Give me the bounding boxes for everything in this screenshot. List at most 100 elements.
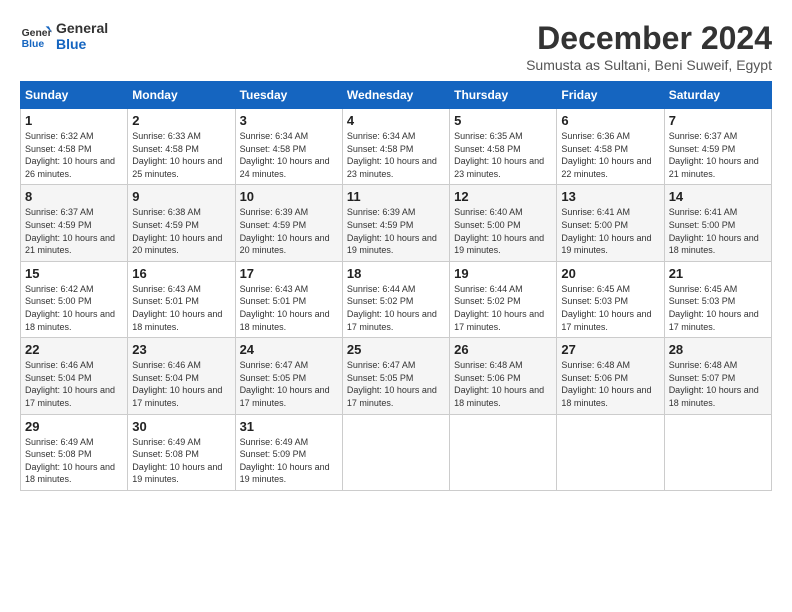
calendar-week-row: 29Sunrise: 6:49 AM Sunset: 5:08 PM Dayli…: [21, 414, 772, 490]
table-row: 14 Sunrise: 6:41 AM Sunset: 5:00 PM Dayli…: [664, 185, 771, 261]
location-title: Sumusta as Sultani, Beni Suweif, Egypt: [526, 57, 772, 73]
day-number: 19: [454, 266, 552, 281]
day-number: 21: [669, 266, 767, 281]
day-info: Sunrise: 6:40 AM Sunset: 5:00 PM Dayligh…: [454, 206, 552, 256]
day-number: 31: [240, 419, 338, 434]
day-info: Sunrise: 6:48 AM Sunset: 5:07 PM Dayligh…: [669, 359, 767, 409]
day-number: 15: [25, 266, 123, 281]
col-friday: Friday: [557, 82, 664, 109]
day-number: 4: [347, 113, 445, 128]
day-info: Sunrise: 6:46 AM Sunset: 5:04 PM Dayligh…: [132, 359, 230, 409]
table-row: 6Sunrise: 6:36 AM Sunset: 4:58 PM Daylig…: [557, 109, 664, 185]
day-info: Sunrise: 6:33 AM Sunset: 4:58 PM Dayligh…: [132, 130, 230, 180]
day-info: Sunrise: 6:44 AM Sunset: 5:02 PM Dayligh…: [454, 283, 552, 333]
day-info: Sunrise: 6:47 AM Sunset: 5:05 PM Dayligh…: [347, 359, 445, 409]
table-row: 1 Sunrise: 6:32 AM Sunset: 4:58 PM Daylig…: [21, 109, 128, 185]
table-row: 19 Sunrise: 6:44 AM Sunset: 5:02 PM Dayli…: [450, 261, 557, 337]
month-title: December 2024: [526, 20, 772, 57]
day-info: Sunrise: 6:34 AM Sunset: 4:58 PM Dayligh…: [347, 130, 445, 180]
day-info: Sunrise: 6:41 AM Sunset: 5:00 PM Dayligh…: [669, 206, 767, 256]
day-number: 9: [132, 189, 230, 204]
day-number: 1: [25, 113, 123, 128]
col-monday: Monday: [128, 82, 235, 109]
calendar-week-row: 22 Sunrise: 6:46 AM Sunset: 5:04 PM Dayli…: [21, 338, 772, 414]
table-row: 26 Sunrise: 6:48 AM Sunset: 5:06 PM Dayli…: [450, 338, 557, 414]
table-row: 15Sunrise: 6:42 AM Sunset: 5:00 PM Dayli…: [21, 261, 128, 337]
day-info: Sunrise: 6:37 AM Sunset: 4:59 PM Dayligh…: [669, 130, 767, 180]
day-info: Sunrise: 6:41 AM Sunset: 5:00 PM Dayligh…: [561, 206, 659, 256]
day-info: Sunrise: 6:39 AM Sunset: 4:59 PM Dayligh…: [240, 206, 338, 256]
table-row: 30Sunrise: 6:49 AM Sunset: 5:08 PM Dayli…: [128, 414, 235, 490]
day-number: 26: [454, 342, 552, 357]
day-info: Sunrise: 6:49 AM Sunset: 5:09 PM Dayligh…: [240, 436, 338, 486]
page-header: General Blue General Blue December 2024 …: [20, 20, 772, 73]
table-row: 24Sunrise: 6:47 AM Sunset: 5:05 PM Dayli…: [235, 338, 342, 414]
table-row: 23 Sunrise: 6:46 AM Sunset: 5:04 PM Dayli…: [128, 338, 235, 414]
table-row: 27 Sunrise: 6:48 AM Sunset: 5:06 PM Dayli…: [557, 338, 664, 414]
day-info: Sunrise: 6:32 AM Sunset: 4:58 PM Dayligh…: [25, 130, 123, 180]
day-number: 23: [132, 342, 230, 357]
svg-text:General: General: [22, 28, 52, 39]
table-row: 17Sunrise: 6:43 AM Sunset: 5:01 PM Dayli…: [235, 261, 342, 337]
day-info: Sunrise: 6:48 AM Sunset: 5:06 PM Dayligh…: [561, 359, 659, 409]
svg-text:Blue: Blue: [22, 39, 45, 50]
day-info: Sunrise: 6:37 AM Sunset: 4:59 PM Dayligh…: [25, 206, 123, 256]
table-row: 2 Sunrise: 6:33 AM Sunset: 4:58 PM Daylig…: [128, 109, 235, 185]
day-number: 17: [240, 266, 338, 281]
day-number: 28: [669, 342, 767, 357]
day-number: 7: [669, 113, 767, 128]
calendar-header-row: Sunday Monday Tuesday Wednesday Thursday…: [21, 82, 772, 109]
table-row: 11 Sunrise: 6:39 AM Sunset: 4:59 PM Dayli…: [342, 185, 449, 261]
table-row: 31 Sunrise: 6:49 AM Sunset: 5:09 PM Dayli…: [235, 414, 342, 490]
table-row: 13 Sunrise: 6:41 AM Sunset: 5:00 PM Dayli…: [557, 185, 664, 261]
logo-icon: General Blue: [20, 20, 52, 52]
calendar-week-row: 1 Sunrise: 6:32 AM Sunset: 4:58 PM Daylig…: [21, 109, 772, 185]
day-number: 2: [132, 113, 230, 128]
day-number: 18: [347, 266, 445, 281]
table-row: 16Sunrise: 6:43 AM Sunset: 5:01 PM Dayli…: [128, 261, 235, 337]
day-number: 13: [561, 189, 659, 204]
table-row: 8 Sunrise: 6:37 AM Sunset: 4:59 PM Daylig…: [21, 185, 128, 261]
table-row: 3Sunrise: 6:34 AM Sunset: 4:58 PM Daylig…: [235, 109, 342, 185]
table-row: [342, 414, 449, 490]
day-info: Sunrise: 6:48 AM Sunset: 5:06 PM Dayligh…: [454, 359, 552, 409]
day-info: Sunrise: 6:34 AM Sunset: 4:58 PM Dayligh…: [240, 130, 338, 180]
table-row: 20 Sunrise: 6:45 AM Sunset: 5:03 PM Dayli…: [557, 261, 664, 337]
day-info: Sunrise: 6:39 AM Sunset: 4:59 PM Dayligh…: [347, 206, 445, 256]
table-row: [557, 414, 664, 490]
day-number: 14: [669, 189, 767, 204]
day-number: 8: [25, 189, 123, 204]
day-info: Sunrise: 6:38 AM Sunset: 4:59 PM Dayligh…: [132, 206, 230, 256]
logo: General Blue General Blue: [20, 20, 108, 52]
day-number: 12: [454, 189, 552, 204]
table-row: 4 Sunrise: 6:34 AM Sunset: 4:58 PM Daylig…: [342, 109, 449, 185]
day-number: 10: [240, 189, 338, 204]
day-info: Sunrise: 6:45 AM Sunset: 5:03 PM Dayligh…: [669, 283, 767, 333]
table-row: 25Sunrise: 6:47 AM Sunset: 5:05 PM Dayli…: [342, 338, 449, 414]
day-number: 27: [561, 342, 659, 357]
table-row: 9 Sunrise: 6:38 AM Sunset: 4:59 PM Daylig…: [128, 185, 235, 261]
table-row: 5Sunrise: 6:35 AM Sunset: 4:58 PM Daylig…: [450, 109, 557, 185]
day-number: 29: [25, 419, 123, 434]
day-info: Sunrise: 6:45 AM Sunset: 5:03 PM Dayligh…: [561, 283, 659, 333]
col-wednesday: Wednesday: [342, 82, 449, 109]
calendar-week-row: 15Sunrise: 6:42 AM Sunset: 5:00 PM Dayli…: [21, 261, 772, 337]
day-number: 22: [25, 342, 123, 357]
day-info: Sunrise: 6:44 AM Sunset: 5:02 PM Dayligh…: [347, 283, 445, 333]
table-row: 12 Sunrise: 6:40 AM Sunset: 5:00 PM Dayli…: [450, 185, 557, 261]
col-saturday: Saturday: [664, 82, 771, 109]
table-row: [450, 414, 557, 490]
day-number: 24: [240, 342, 338, 357]
table-row: 29Sunrise: 6:49 AM Sunset: 5:08 PM Dayli…: [21, 414, 128, 490]
col-thursday: Thursday: [450, 82, 557, 109]
table-row: 28 Sunrise: 6:48 AM Sunset: 5:07 PM Dayli…: [664, 338, 771, 414]
day-number: 11: [347, 189, 445, 204]
day-number: 30: [132, 419, 230, 434]
table-row: 18 Sunrise: 6:44 AM Sunset: 5:02 PM Dayli…: [342, 261, 449, 337]
calendar-week-row: 8 Sunrise: 6:37 AM Sunset: 4:59 PM Daylig…: [21, 185, 772, 261]
day-number: 6: [561, 113, 659, 128]
day-info: Sunrise: 6:43 AM Sunset: 5:01 PM Dayligh…: [132, 283, 230, 333]
day-number: 20: [561, 266, 659, 281]
col-sunday: Sunday: [21, 82, 128, 109]
col-tuesday: Tuesday: [235, 82, 342, 109]
